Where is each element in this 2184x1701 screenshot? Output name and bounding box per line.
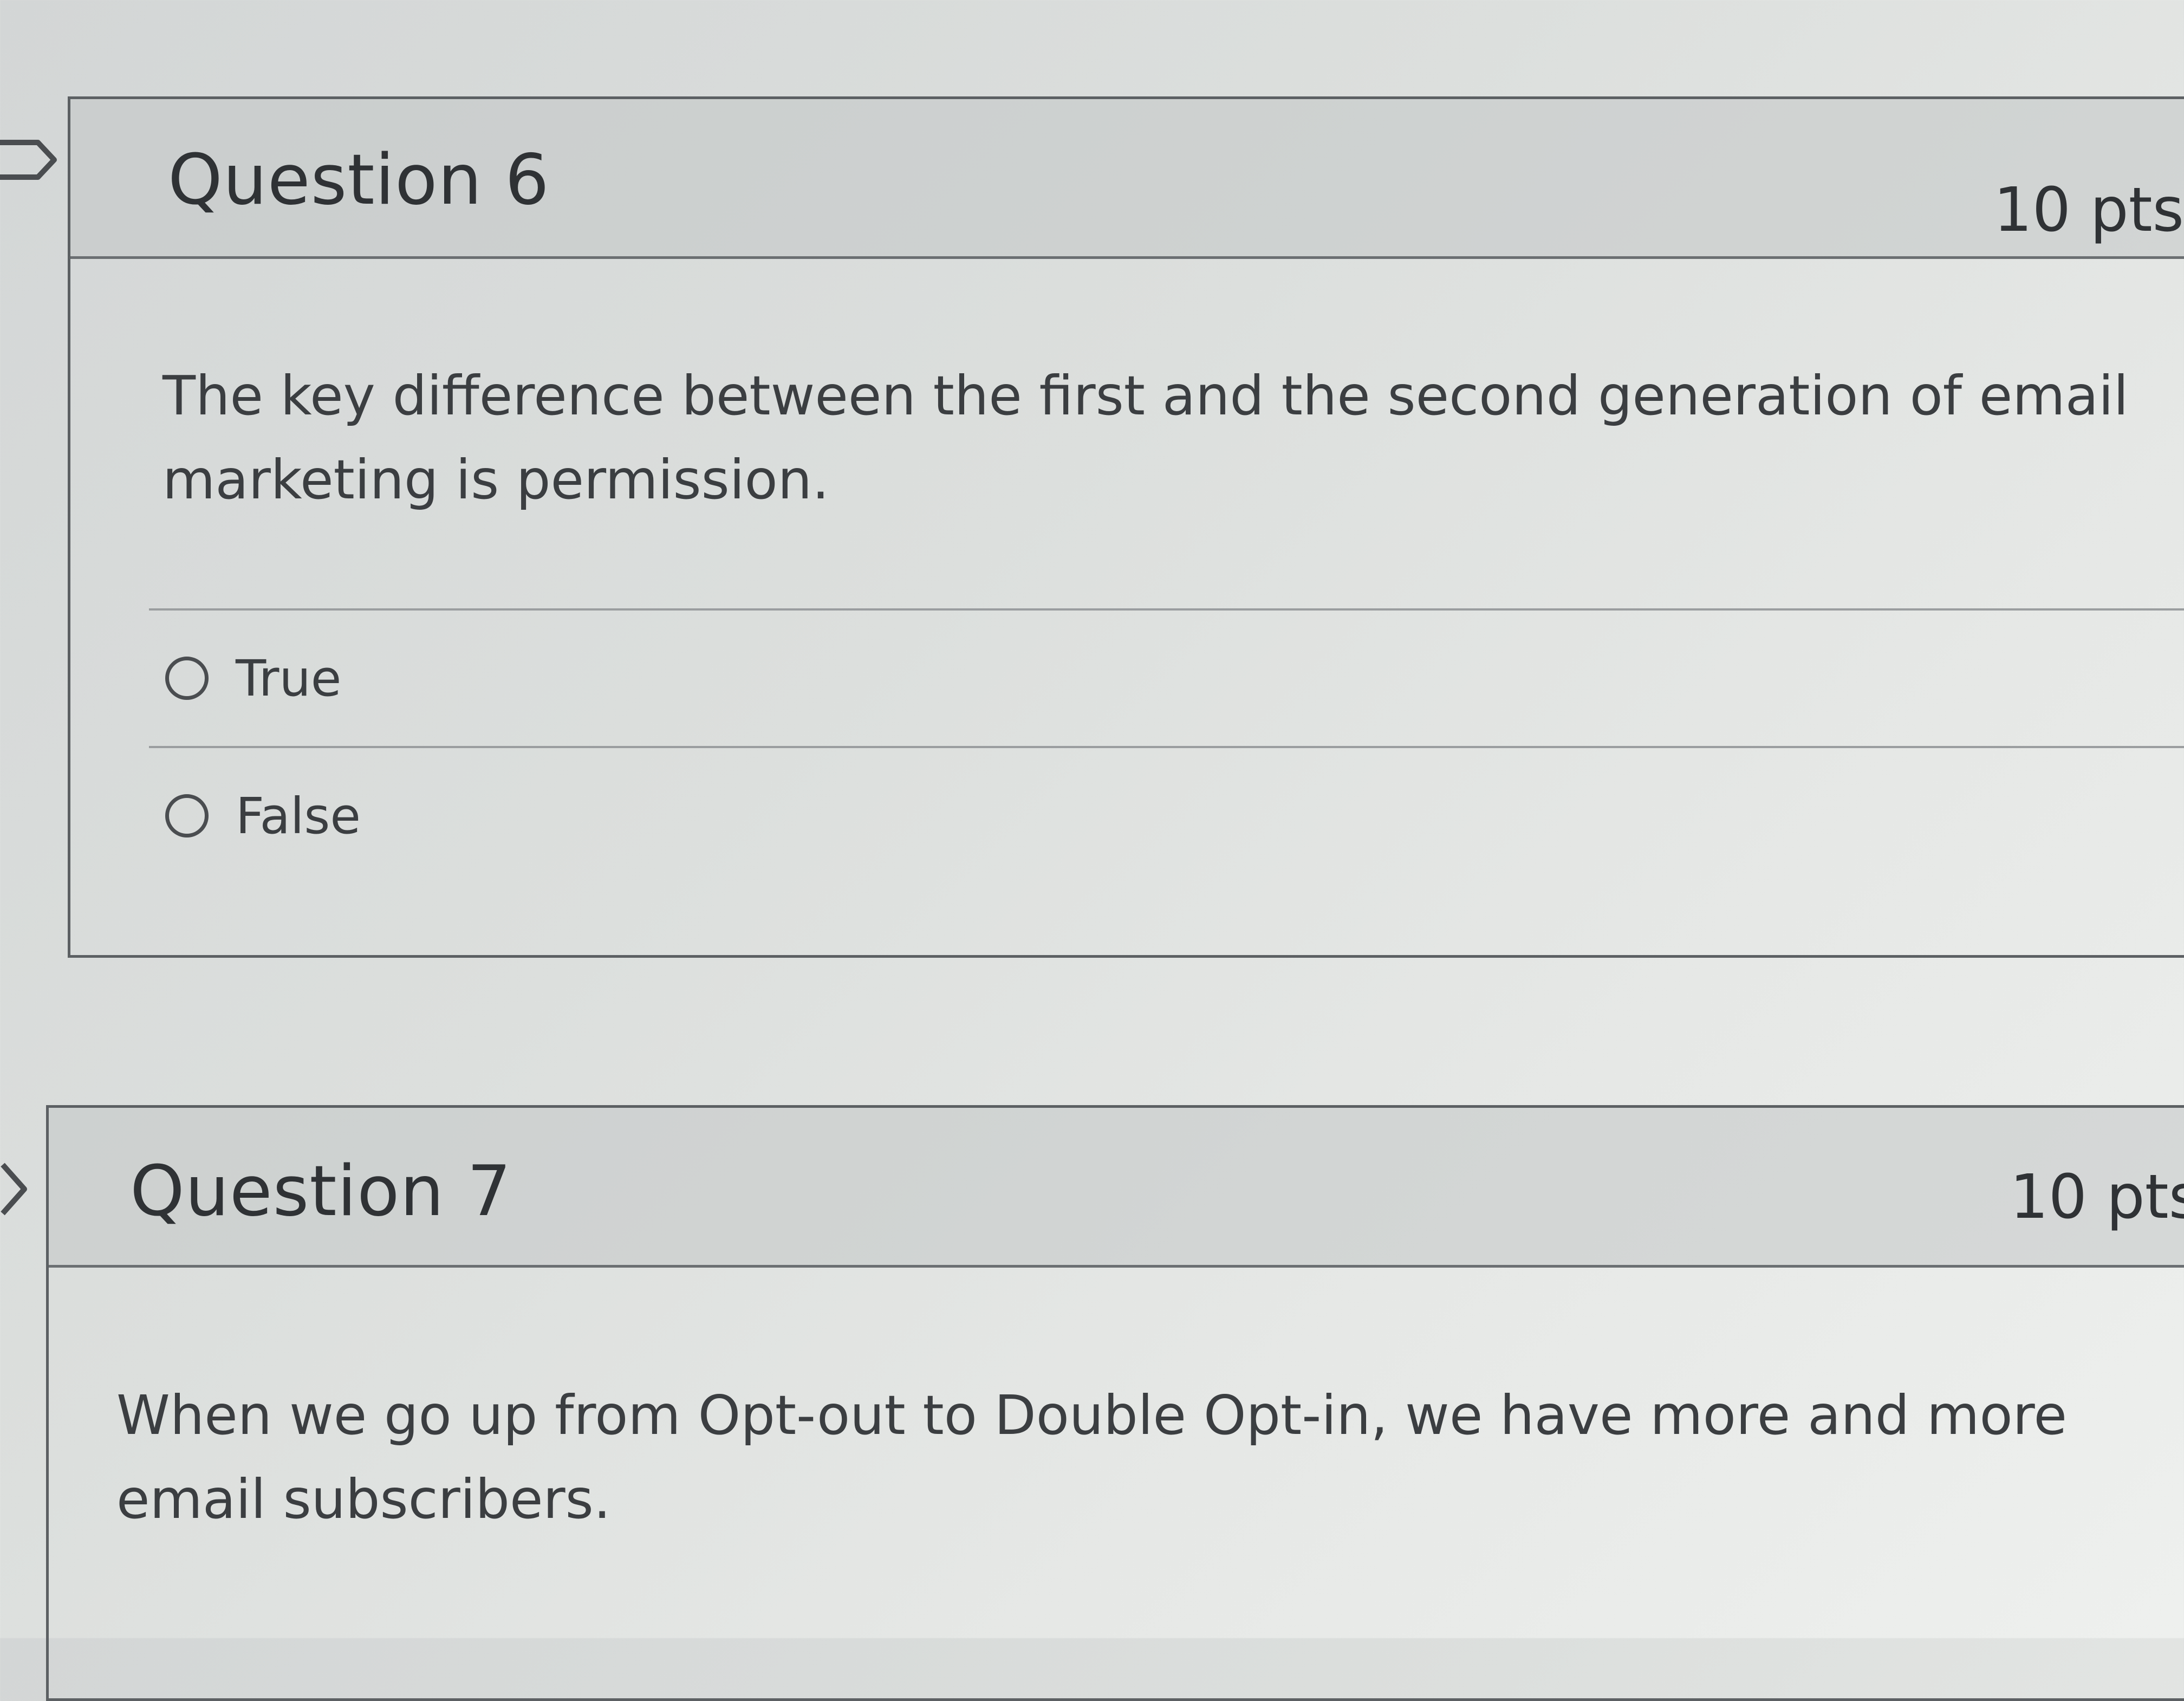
question-header: Question 6 10 pts xyxy=(70,99,2184,259)
question-points: 10 pts xyxy=(2010,1162,2184,1232)
question-card: Question 6 10 pts The key difference bet… xyxy=(68,96,2184,958)
answer-option-false[interactable]: False xyxy=(149,746,2184,884)
question-points: 10 pts xyxy=(1993,175,2184,245)
answer-option-true[interactable]: True xyxy=(149,608,2184,746)
flag-question-icon[interactable] xyxy=(0,138,60,181)
question-title: Question 6 xyxy=(168,140,550,220)
answer-label: False xyxy=(236,787,361,845)
question-text: When we go up from Opt-out to Double Opt… xyxy=(116,1384,2068,1531)
question-text: The key difference between the first and… xyxy=(162,364,2129,511)
radio-button[interactable] xyxy=(165,657,209,700)
radio-button[interactable] xyxy=(165,794,209,837)
question-title: Question 7 xyxy=(130,1151,512,1232)
question-header: Question 7 10 pts xyxy=(49,1108,2184,1268)
answer-label: True xyxy=(236,649,342,707)
flag-question-icon[interactable] xyxy=(0,1159,32,1219)
answer-list: True False xyxy=(149,608,2184,884)
question-card: Question 7 10 pts When we go up from Opt… xyxy=(46,1105,2184,1701)
